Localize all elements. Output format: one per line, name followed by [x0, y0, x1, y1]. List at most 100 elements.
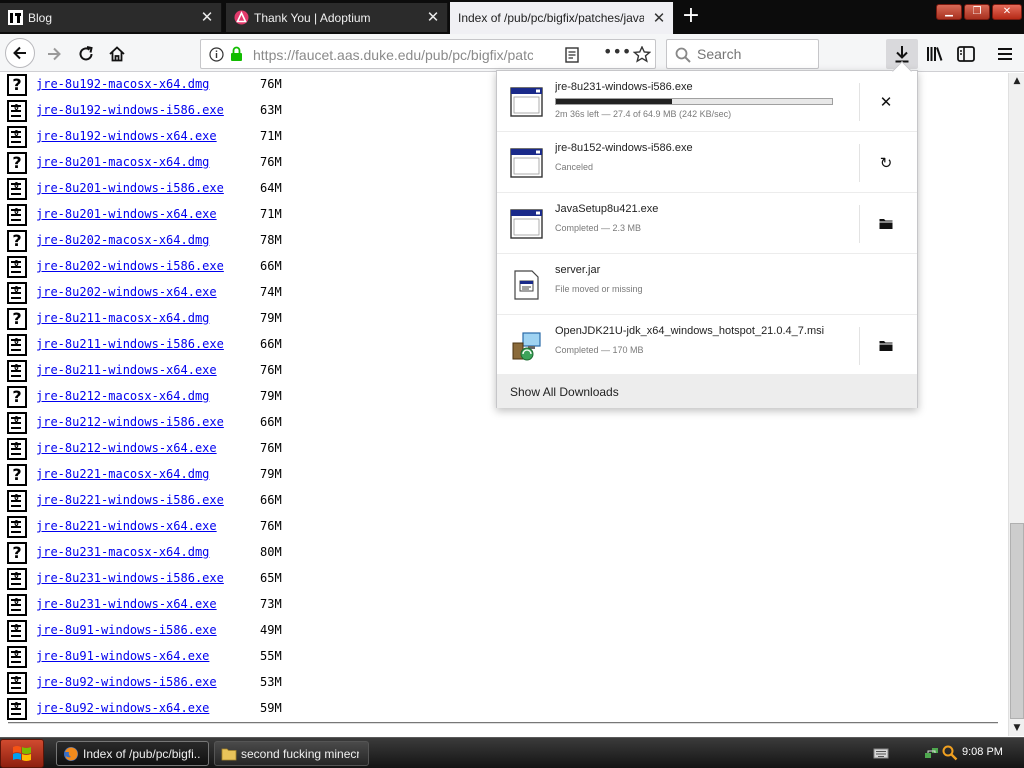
file-link[interactable]: jre-8u211-windows-x64.exe	[36, 363, 217, 377]
unknown-file-icon: ?	[7, 308, 27, 330]
back-button[interactable]	[5, 38, 35, 68]
file-link[interactable]: jre-8u92-windows-i586.exe	[36, 675, 217, 689]
taskbar-clock[interactable]: 9:08 PM	[962, 746, 1003, 758]
binary-file-icon	[7, 672, 27, 694]
file-link[interactable]: jre-8u91-windows-x64.exe	[36, 649, 209, 663]
menu-button[interactable]	[991, 40, 1019, 68]
unknown-file-icon: ?	[7, 74, 27, 96]
bookmark-star-icon[interactable]	[633, 46, 651, 63]
folder-icon[interactable]	[873, 333, 899, 359]
maximize-button[interactable]: ❐	[964, 4, 990, 20]
binary-file-icon	[7, 100, 27, 122]
file-link[interactable]: jre-8u212-windows-x64.exe	[36, 441, 217, 455]
folder-icon	[221, 748, 237, 761]
tab-blog[interactable]: Blog ✕	[0, 3, 222, 32]
binary-file-icon	[7, 126, 27, 148]
download-item[interactable]: OpenJDK21U-jdk_x64_windows_hotspot_21.0.…	[497, 315, 917, 376]
minimize-button[interactable]: ▁	[936, 4, 962, 20]
close-icon[interactable]: ✕	[651, 9, 667, 27]
downloads-footer[interactable]: Show All Downloads	[497, 374, 917, 408]
file-row: jre-8u92-windows-x64.exe 59M	[0, 697, 600, 723]
file-size: 79M	[260, 311, 282, 325]
file-size: 71M	[260, 207, 282, 221]
file-link[interactable]: jre-8u192-windows-i586.exe	[36, 103, 224, 117]
download-item[interactable]: server.jar File moved or missing	[497, 254, 917, 315]
tab-adoptium[interactable]: Thank You | Adoptium ✕	[226, 3, 448, 32]
keyboard-icon[interactable]	[873, 745, 889, 761]
reader-view-icon[interactable]	[565, 47, 579, 63]
file-link[interactable]: jre-8u201-windows-i586.exe	[36, 181, 224, 195]
file-link[interactable]: jre-8u92-windows-x64.exe	[36, 701, 209, 715]
taskbar-item-firefox[interactable]: Index of /pub/pc/bigfi...	[56, 741, 209, 766]
file-link[interactable]: jre-8u212-macosx-x64.dmg	[36, 389, 209, 403]
download-filename: OpenJDK21U-jdk_x64_windows_hotspot_21.0.…	[555, 325, 825, 337]
url-text[interactable]: https://faucet.aas.duke.edu/pub/pc/bigfi…	[253, 47, 533, 63]
file-size: 79M	[260, 467, 282, 481]
binary-file-icon	[7, 256, 27, 278]
file-link[interactable]: jre-8u202-macosx-x64.dmg	[36, 233, 209, 247]
file-link[interactable]: jre-8u202-windows-i586.exe	[36, 259, 224, 273]
download-item[interactable]: jre-8u231-windows-i586.exe 2m 36s left — …	[497, 71, 917, 132]
file-link[interactable]: jre-8u221-windows-x64.exe	[36, 519, 217, 533]
new-tab-button[interactable]: +	[678, 4, 704, 30]
tab-index-java[interactable]: Index of /pub/pc/bigfix/patches/java ✕	[450, 2, 674, 34]
lock-icon[interactable]	[230, 46, 243, 62]
file-row: jre-8u212-windows-x64.exe 76M	[0, 437, 600, 463]
download-item[interactable]: JavaSetup8u421.exe Completed — 2.3 MB	[497, 193, 917, 254]
network-icon[interactable]	[924, 745, 940, 761]
download-action-divider	[859, 83, 860, 121]
file-link[interactable]: jre-8u211-macosx-x64.dmg	[36, 311, 209, 325]
file-row: jre-8u91-windows-x64.exe 55M	[0, 645, 600, 671]
file-link[interactable]: jre-8u91-windows-i586.exe	[36, 623, 217, 637]
search-bar[interactable]	[666, 39, 819, 69]
binary-file-icon	[7, 516, 27, 538]
forward-button[interactable]	[40, 40, 68, 68]
file-link[interactable]: jre-8u202-windows-x64.exe	[36, 285, 217, 299]
folder-icon[interactable]	[873, 211, 899, 237]
file-link[interactable]: jre-8u211-windows-i586.exe	[36, 337, 224, 351]
file-link[interactable]: jre-8u201-windows-x64.exe	[36, 207, 217, 221]
download-item[interactable]: jre-8u152-windows-i586.exe Canceled ↻	[497, 132, 917, 193]
show-all-downloads-link[interactable]: Show All Downloads	[510, 385, 619, 399]
file-size: 64M	[260, 181, 282, 195]
downloads-panel: jre-8u231-windows-i586.exe 2m 36s left — …	[496, 70, 918, 408]
tab-title: Index of /pub/pc/bigfix/patches/java	[458, 11, 644, 25]
file-link[interactable]: jre-8u201-macosx-x64.dmg	[36, 155, 209, 169]
retry-icon[interactable]: ↻	[873, 150, 899, 176]
close-icon[interactable]: ✕	[199, 8, 215, 26]
scroll-down-arrow-icon[interactable]: ▼	[1009, 720, 1024, 736]
start-button[interactable]	[0, 739, 44, 768]
url-bar[interactable]: https://faucet.aas.duke.edu/pub/pc/bigfi…	[200, 39, 656, 69]
sidebar-button[interactable]	[952, 40, 980, 68]
home-button[interactable]	[103, 40, 131, 68]
file-link[interactable]: jre-8u212-windows-i586.exe	[36, 415, 224, 429]
search-input[interactable]	[697, 46, 807, 62]
info-icon[interactable]	[209, 47, 224, 62]
window-close-button[interactable]: ✕	[992, 4, 1022, 20]
hamburger-menu-icon	[998, 48, 1012, 60]
file-link[interactable]: jre-8u192-windows-x64.exe	[36, 129, 217, 143]
file-row: ? jre-8u221-macosx-x64.dmg 79M	[0, 463, 600, 489]
file-link[interactable]: jre-8u231-windows-i586.exe	[36, 571, 224, 585]
library-button[interactable]	[921, 40, 949, 68]
scroll-up-arrow-icon[interactable]: ▲	[1009, 73, 1024, 89]
cancel-icon[interactable]: ✕	[873, 89, 899, 115]
file-link[interactable]: jre-8u192-macosx-x64.dmg	[36, 77, 209, 91]
file-row: jre-8u221-windows-x64.exe 76M	[0, 515, 600, 541]
file-size: 73M	[260, 597, 282, 611]
page-scrollbar[interactable]: ▲ ▼	[1008, 73, 1024, 736]
file-link[interactable]: jre-8u231-windows-x64.exe	[36, 597, 217, 611]
file-link[interactable]: jre-8u221-macosx-x64.dmg	[36, 467, 209, 481]
file-row: jre-8u221-windows-i586.exe 66M	[0, 489, 600, 515]
reload-button[interactable]	[72, 40, 100, 68]
tab-title: Thank You | Adoptium	[254, 11, 371, 25]
file-size: 66M	[260, 415, 282, 429]
file-link[interactable]: jre-8u231-macosx-x64.dmg	[36, 545, 209, 559]
file-link[interactable]: jre-8u221-windows-i586.exe	[36, 493, 224, 507]
close-icon[interactable]: ✕	[425, 8, 441, 26]
scrollbar-thumb[interactable]	[1010, 523, 1024, 719]
taskbar-item-folder[interactable]: second fucking minecr...	[214, 741, 369, 766]
search-tray-icon[interactable]	[942, 745, 958, 761]
page-actions-icon[interactable]: •••	[603, 42, 631, 61]
unknown-file-icon: ?	[7, 386, 27, 408]
